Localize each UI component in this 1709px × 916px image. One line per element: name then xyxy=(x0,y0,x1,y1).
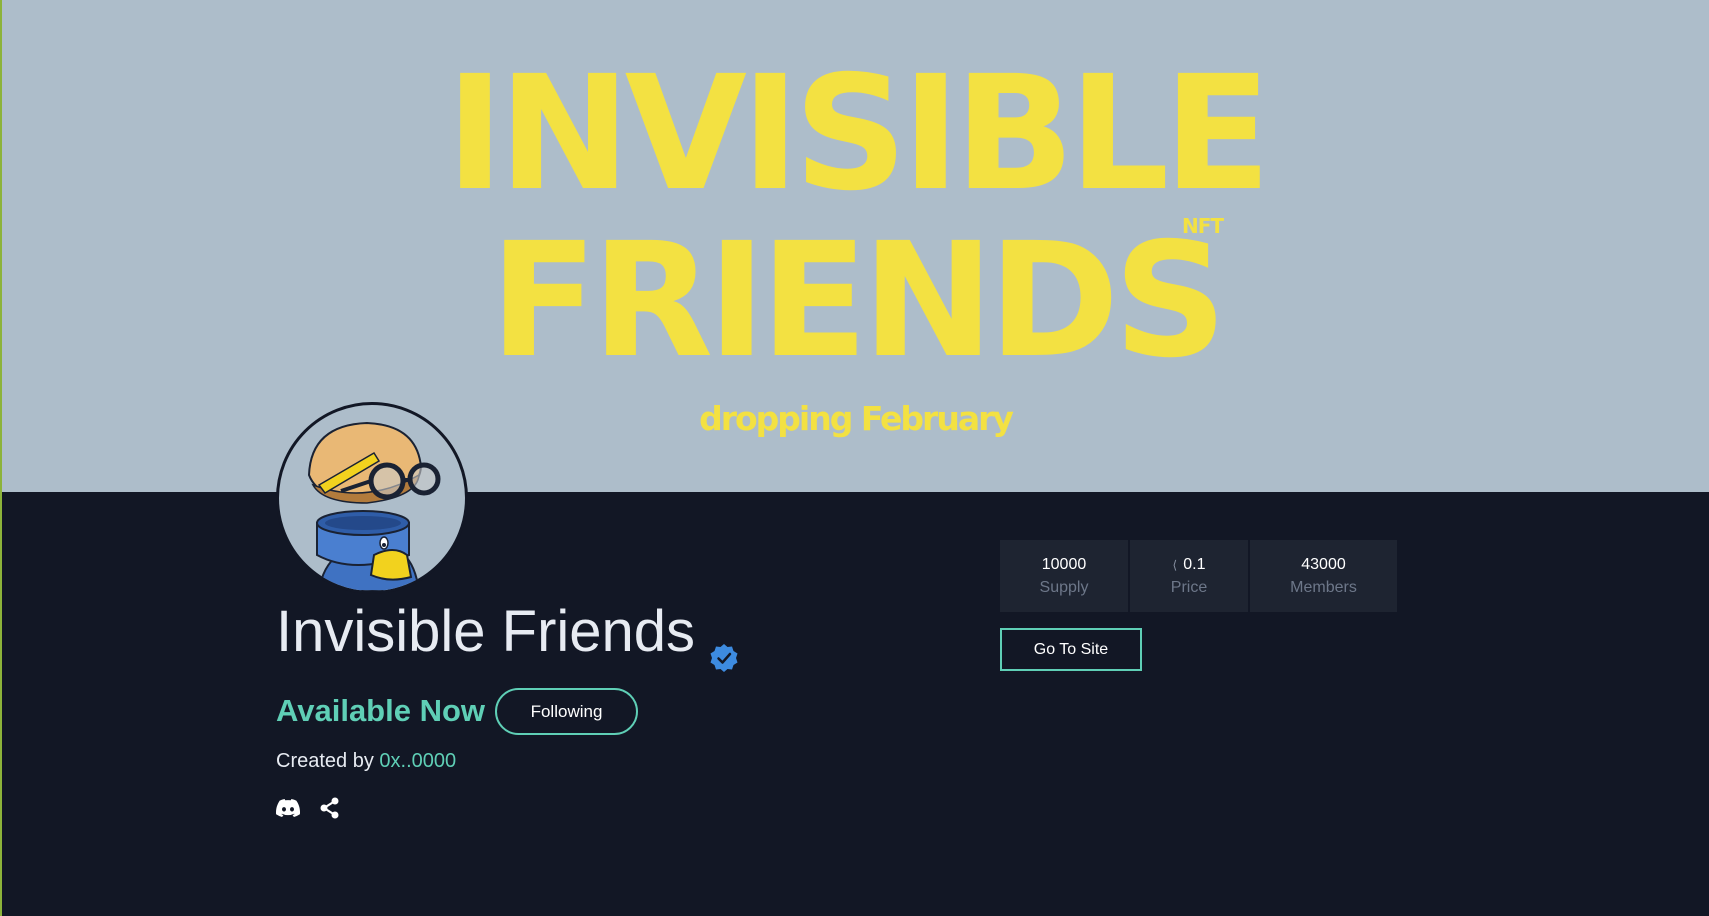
go-to-site-button[interactable]: Go To Site xyxy=(1000,628,1142,671)
verified-badge-icon xyxy=(709,620,739,672)
stat-members: 43000 Members xyxy=(1250,540,1397,612)
stat-supply-value: 10000 xyxy=(1041,555,1087,573)
stat-price: ⟨ 0.1 Price xyxy=(1130,540,1248,612)
stat-supply: 10000 Supply xyxy=(1000,540,1128,612)
eth-icon: ⟨ xyxy=(1172,557,1178,572)
collection-avatar xyxy=(276,402,468,594)
share-icon[interactable] xyxy=(320,797,340,824)
availability-status: Available Now xyxy=(276,693,486,728)
stat-price-row: ⟨ 0.1 xyxy=(1173,556,1206,574)
collection-stats: 10000 Supply ⟨ 0.1 Price 43000 Members xyxy=(1000,540,1397,612)
banner-nft-label: NFT xyxy=(1182,214,1224,238)
creator-line: Created by 0x..0000 xyxy=(276,750,456,773)
avatar-illustration xyxy=(307,421,441,591)
stat-supply-label: Supply xyxy=(1039,578,1089,596)
collection-name-text: Invisible Friends xyxy=(276,599,696,664)
banner-title-line2: FRIENDS xyxy=(489,209,1228,393)
discord-icon[interactable] xyxy=(276,799,301,822)
stat-price-label: Price xyxy=(1170,578,1208,596)
creator-address-link[interactable]: 0x..0000 xyxy=(379,750,456,772)
created-by-label: Created by xyxy=(276,750,374,772)
stat-price-value: 0.1 xyxy=(1183,555,1206,573)
social-links xyxy=(276,797,340,824)
collection-banner: INVISIBLE FRIENDS NFT dropping February xyxy=(2,0,1709,492)
collection-name: Invisible Friends xyxy=(276,598,739,672)
stat-members-value: 43000 xyxy=(1301,555,1346,573)
stat-members-label: Members xyxy=(1290,578,1357,596)
banner-subtitle: dropping February xyxy=(699,399,1014,438)
banner-title-line1: INVISIBLE xyxy=(445,42,1272,226)
following-button[interactable]: Following xyxy=(495,688,638,735)
